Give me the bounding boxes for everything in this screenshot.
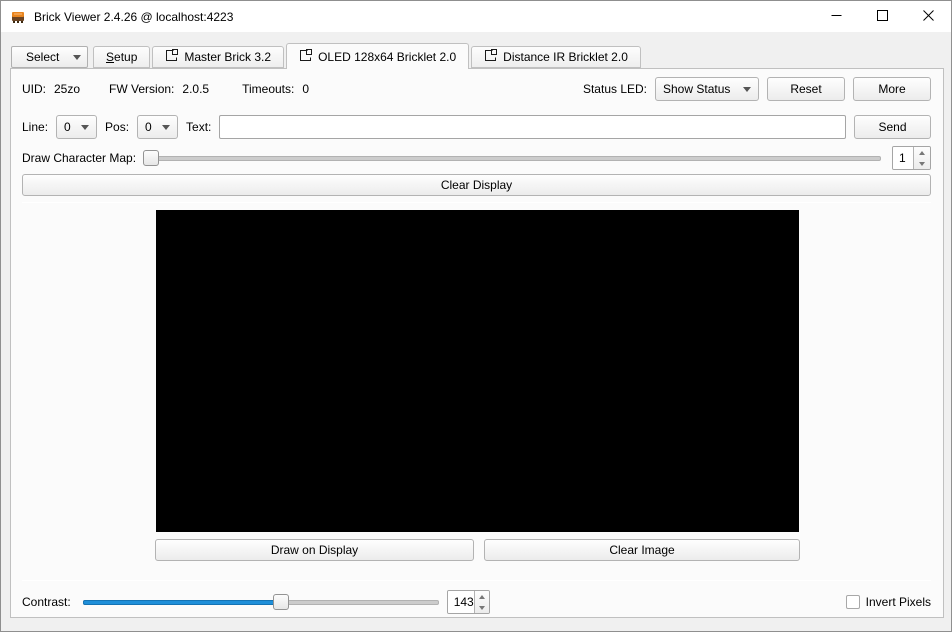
tab-master-brick[interactable]: Master Brick 3.2: [152, 46, 284, 68]
timeouts-value: 0: [302, 82, 309, 96]
spin-up-button[interactable]: [475, 591, 489, 602]
device-info-row: UID: 25zo FW Version: 2.0.5 Timeouts: 0 …: [22, 77, 931, 101]
character-map-row: Draw Character Map: 1: [22, 146, 931, 170]
pos-dropdown[interactable]: 0: [137, 115, 178, 139]
titlebar: Brick Viewer 2.4.26 @ localhost:4223: [1, 1, 951, 32]
triangle-up-icon: [479, 595, 485, 599]
minimize-button[interactable]: [813, 1, 859, 32]
bricklet-icon: [165, 49, 178, 65]
contrast-spinbox[interactable]: 143: [447, 590, 490, 614]
character-map-spinbox-value: 1: [893, 147, 913, 169]
window-title: Brick Viewer 2.4.26 @ localhost:4223: [34, 10, 813, 24]
invert-pixels-label: Invert Pixels: [866, 595, 931, 609]
fw-version-value: 2.0.5: [182, 82, 209, 96]
fw-version-label: FW Version:: [109, 82, 174, 96]
chevron-down-icon: [73, 55, 81, 60]
draw-character-map-label: Draw Character Map:: [22, 151, 136, 165]
invert-pixels-checkbox[interactable]: [846, 595, 860, 609]
slider-track[interactable]: [143, 156, 881, 161]
spin-down-button[interactable]: [475, 602, 489, 613]
line-dropdown-value: 0: [64, 120, 71, 134]
maximize-button[interactable]: [859, 1, 905, 32]
chevron-down-icon: [162, 125, 170, 130]
brick-viewer-window: Brick Viewer 2.4.26 @ localhost:4223 Sel…: [0, 0, 952, 632]
text-entry-row: Line: 0 Pos: 0 Text: Send: [22, 115, 931, 139]
reset-button[interactable]: Reset: [767, 77, 845, 101]
character-map-spinbox[interactable]: 1: [892, 146, 931, 170]
bricklet-icon: [484, 49, 497, 65]
triangle-down-icon: [919, 162, 925, 166]
slider-handle[interactable]: [143, 150, 159, 166]
pos-label: Pos:: [105, 120, 129, 134]
tab-oled-bricklet[interactable]: OLED 128x64 Bricklet 2.0: [286, 43, 469, 69]
separator-line: [22, 580, 931, 581]
brick-chip-icon: [10, 9, 26, 25]
send-button[interactable]: Send: [854, 115, 931, 139]
status-led-dropdown-value: Show Status: [663, 82, 730, 96]
tab-bar: Select Setup Master Brick 3.2 OLED 12: [11, 43, 643, 68]
close-button[interactable]: [905, 1, 951, 32]
line-label: Line:: [22, 120, 48, 134]
timeouts-label: Timeouts:: [242, 82, 294, 96]
status-led-label: Status LED:: [583, 82, 647, 96]
tab-oled-bricklet-label: OLED 128x64 Bricklet 2.0: [318, 50, 456, 64]
uid-value: 25zo: [54, 82, 80, 96]
select-dropdown-label: Select: [26, 50, 59, 64]
tab-distance-ir-bricklet[interactable]: Distance IR Bricklet 2.0: [471, 46, 641, 68]
minimize-icon: [831, 9, 842, 24]
separator-line: [22, 202, 931, 203]
line-dropdown[interactable]: 0: [56, 115, 97, 139]
maximize-icon: [877, 9, 888, 24]
select-dropdown[interactable]: Select: [11, 46, 88, 68]
uid-label: UID:: [22, 82, 46, 96]
more-button[interactable]: More: [853, 77, 931, 101]
text-label: Text:: [186, 120, 211, 134]
pos-dropdown-value: 0: [145, 120, 152, 134]
clear-image-button[interactable]: Clear Image: [484, 539, 800, 561]
invert-pixels-group: Invert Pixels: [846, 595, 931, 609]
oled-display-canvas[interactable]: [156, 210, 799, 532]
spin-up-button[interactable]: [914, 147, 930, 158]
tab-setup-label: Setup: [106, 50, 137, 64]
spin-down-button[interactable]: [914, 158, 930, 169]
status-led-dropdown[interactable]: Show Status: [655, 77, 759, 101]
oled-tab-panel: UID: 25zo FW Version: 2.0.5 Timeouts: 0 …: [10, 68, 944, 618]
tab-master-brick-label: Master Brick 3.2: [184, 50, 271, 64]
contrast-label: Contrast:: [22, 595, 71, 609]
text-input[interactable]: [219, 115, 846, 139]
slider-fill: [83, 600, 278, 605]
bricklet-icon: [299, 49, 312, 65]
tab-distance-ir-bricklet-label: Distance IR Bricklet 2.0: [503, 50, 628, 64]
contrast-row: Contrast: 143 Invert Pixels: [22, 590, 931, 614]
close-icon: [923, 9, 934, 24]
tab-setup[interactable]: Setup: [93, 46, 150, 68]
contrast-slider[interactable]: [83, 590, 439, 614]
contrast-spinbox-value: 143: [448, 591, 474, 613]
slider-handle[interactable]: [273, 594, 289, 610]
triangle-up-icon: [919, 151, 925, 155]
chevron-down-icon: [81, 125, 89, 130]
draw-on-display-button[interactable]: Draw on Display: [155, 539, 474, 561]
triangle-down-icon: [479, 606, 485, 610]
character-map-slider[interactable]: [143, 146, 881, 170]
chevron-down-icon: [743, 87, 751, 92]
clear-display-button[interactable]: Clear Display: [22, 174, 931, 196]
